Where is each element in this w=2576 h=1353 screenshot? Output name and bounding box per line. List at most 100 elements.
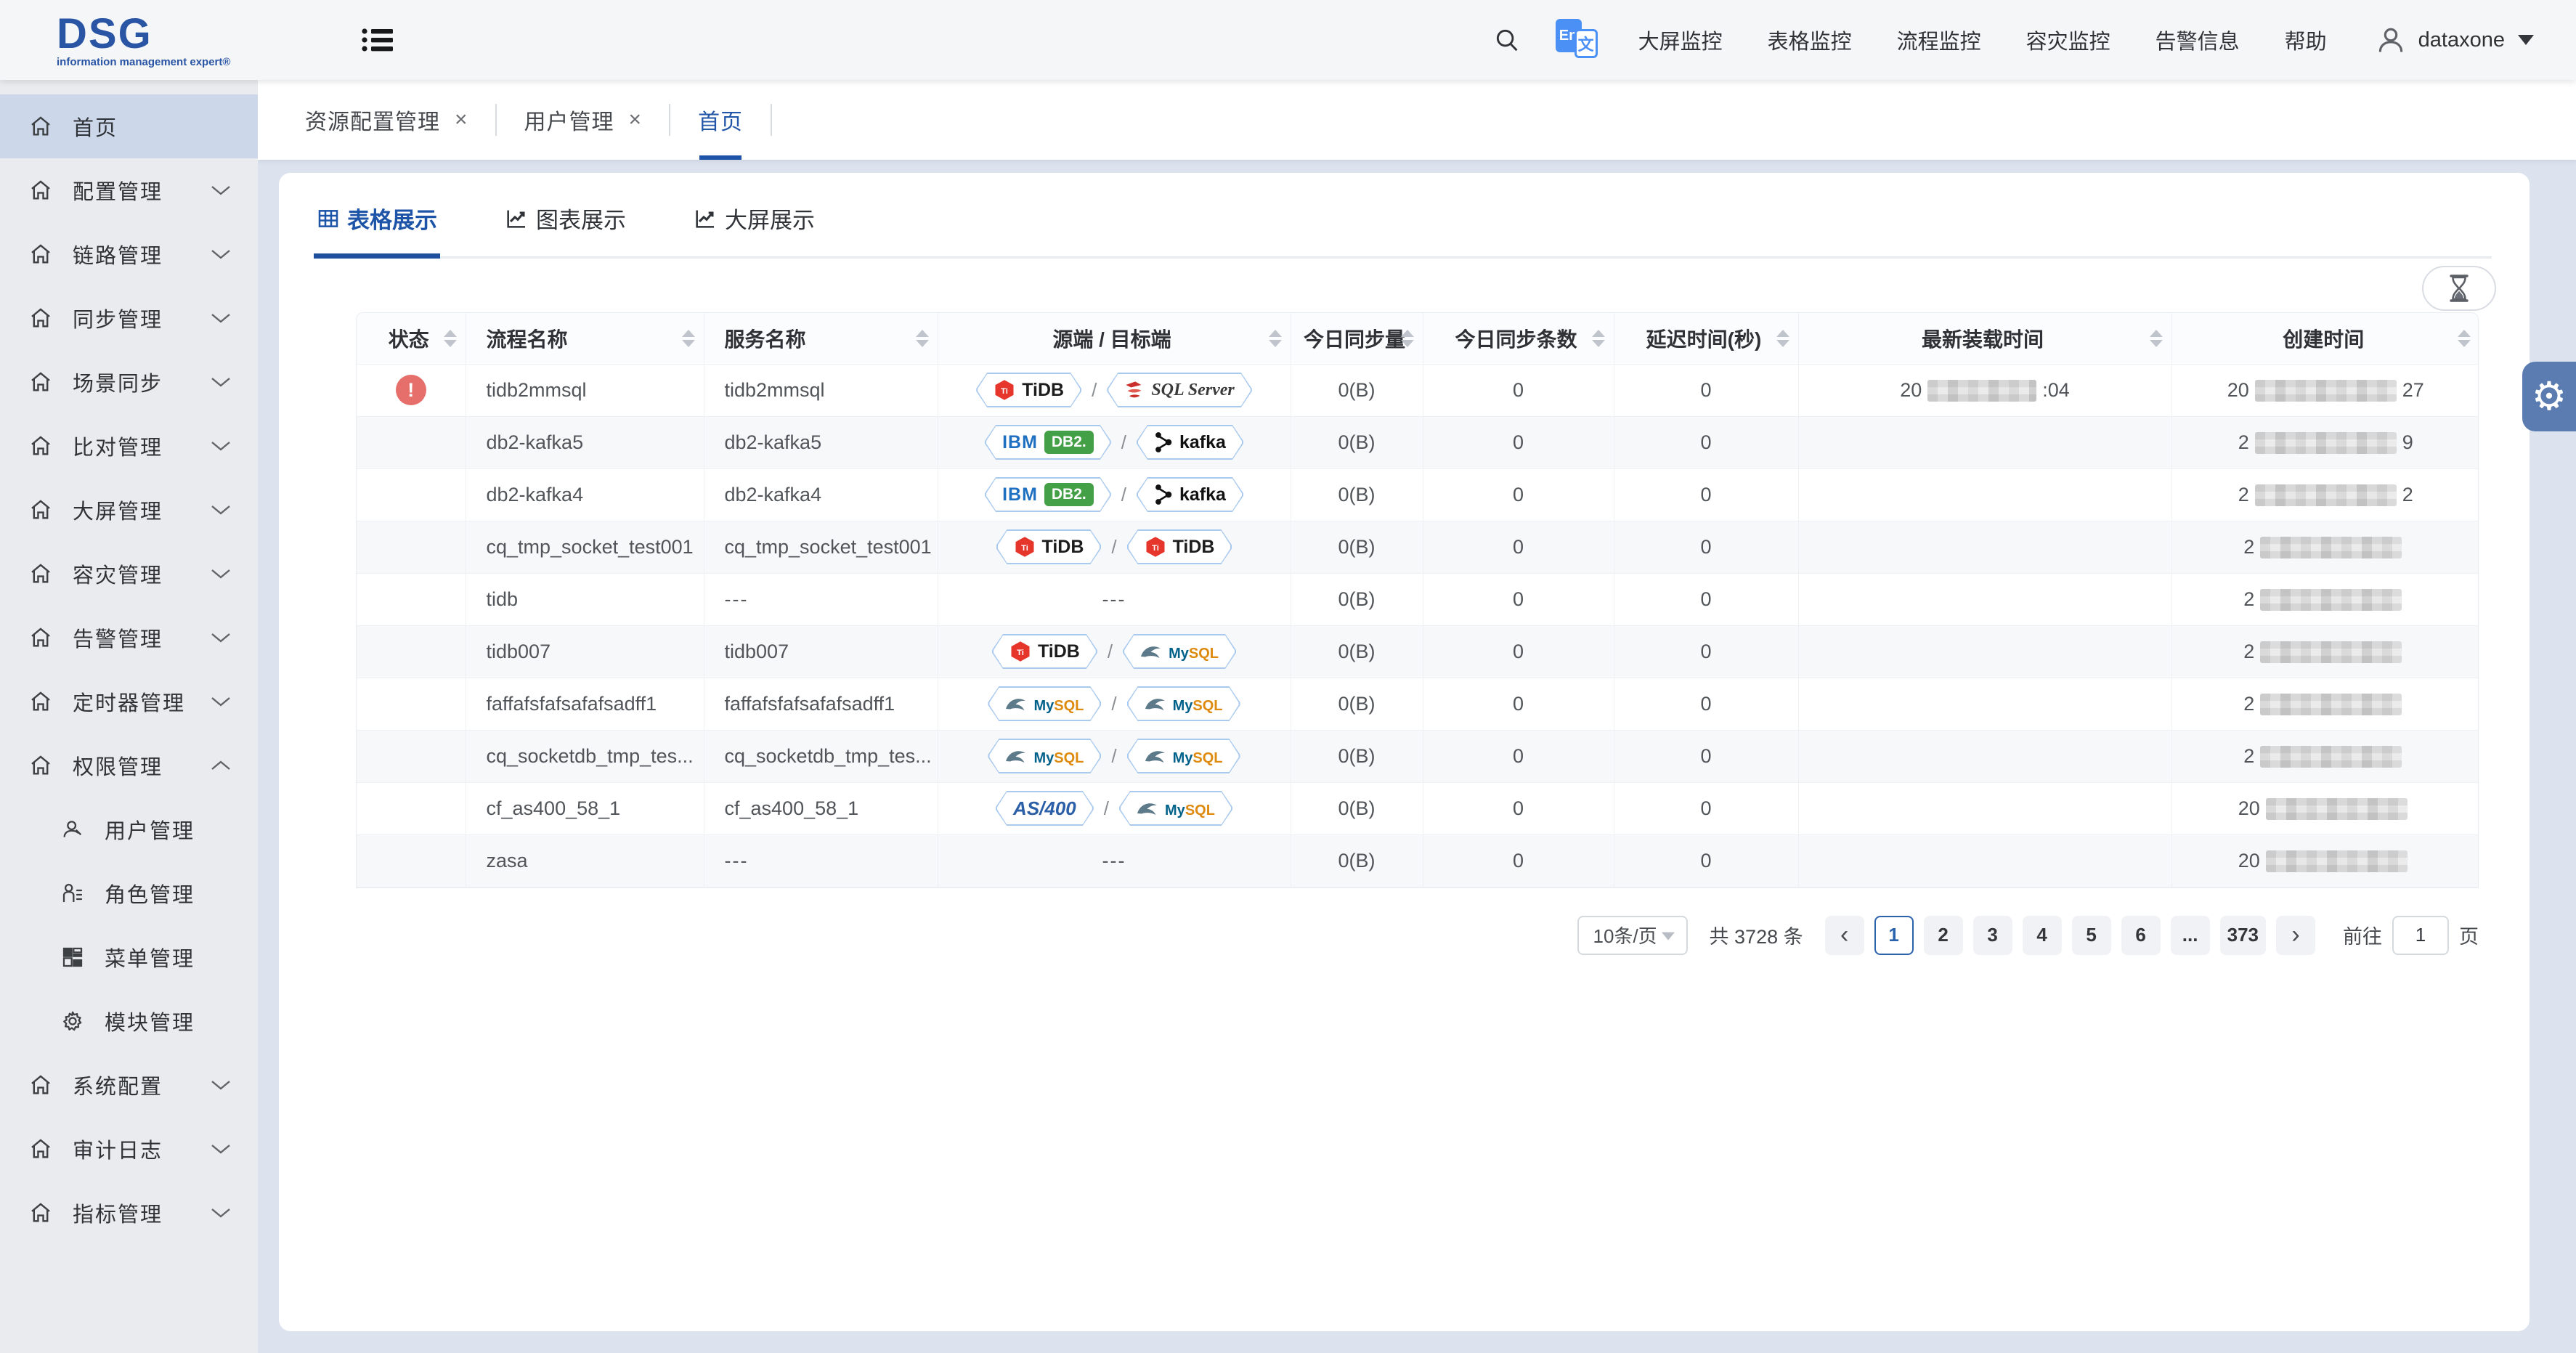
tidb-logo-icon: Ti [1145, 536, 1166, 558]
user-menu[interactable]: dataxone [2375, 24, 2534, 56]
sort-caret-icon[interactable] [2458, 330, 2471, 347]
page-button-2[interactable]: 2 [1924, 916, 1963, 955]
open-tab-首页[interactable]: 首页 [698, 80, 743, 160]
next-page-button[interactable]: › [2276, 916, 2315, 955]
delay-cell: 0 [1614, 573, 1798, 625]
sort-caret-icon[interactable] [682, 330, 695, 347]
sidebar-item-权限管理[interactable]: 权限管理 [0, 734, 258, 797]
language-switch-icon[interactable]: En 文 [1556, 17, 1601, 62]
navbar-item-4[interactable]: 告警信息 [2156, 25, 2240, 55]
table-row-tidb007: tidb007tidb007TiTiDB/MySQL0(B)002 [357, 625, 2479, 678]
chevron-down-icon [210, 631, 232, 644]
home-icon [28, 497, 54, 522]
status-cell [357, 834, 466, 887]
sidebar-item-label: 链路管理 [73, 239, 163, 269]
navbar-item-5[interactable]: 帮助 [2285, 25, 2327, 55]
sidebar-item-用户管理[interactable]: 用户管理 [0, 797, 258, 861]
sidebar-item-链路管理[interactable]: 链路管理 [0, 222, 258, 286]
last-load-time-cell [1798, 468, 2171, 521]
sidebar-item-定时器管理[interactable]: 定时器管理 [0, 670, 258, 734]
sidebar-item-首页[interactable]: 首页 [0, 94, 258, 158]
today-count-cell: 0 [1423, 625, 1614, 678]
column-header-创建时间: 创建时间 [2171, 313, 2479, 364]
sidebar-item-角色管理[interactable]: 角色管理 [0, 861, 258, 925]
view-tab-表格展示[interactable]: 表格展示 [317, 202, 437, 235]
sidebar-collapse-icon[interactable] [361, 25, 394, 54]
settings-fab-button[interactable]: ⚙ [2522, 362, 2576, 431]
sidebar-item-同步管理[interactable]: 同步管理 [0, 286, 258, 350]
sort-caret-icon[interactable] [2150, 330, 2163, 347]
page-button-373[interactable]: 373 [2220, 916, 2266, 955]
db-badge-kafka: kafka [1137, 477, 1243, 512]
tidb-logo-icon: Ti [1009, 641, 1031, 662]
goto-page-input[interactable] [2392, 916, 2449, 955]
sidebar-item-告警管理[interactable]: 告警管理 [0, 606, 258, 670]
today-count-cell: 0 [1423, 416, 1614, 468]
sort-caret-icon[interactable] [1269, 330, 1282, 347]
table-row-tidb: tidb------0(B)002 [357, 573, 2479, 625]
status-cell [357, 521, 466, 573]
table-row-tidb2mmsql: !tidb2mmsqltidb2mmsqlTiTiDB/SQL Server0(… [357, 364, 2479, 416]
page-size-select[interactable]: 10条/页 [1577, 916, 1688, 955]
sort-caret-icon[interactable] [1776, 330, 1789, 347]
goto-page: 前往 页 [2343, 916, 2479, 955]
column-header-服务名称: 服务名称 [704, 313, 938, 364]
sidebar-item-容灾管理[interactable]: 容灾管理 [0, 542, 258, 606]
sidebar-item-比对管理[interactable]: 比对管理 [0, 414, 258, 478]
sidebar-item-系统配置[interactable]: 系统配置 [0, 1053, 258, 1117]
navbar-item-1[interactable]: 表格监控 [1768, 25, 1852, 55]
sort-caret-icon[interactable] [916, 330, 929, 347]
page-button-5[interactable]: 5 [2072, 916, 2111, 955]
db-badge-sqlserver: SQL Server [1107, 373, 1251, 407]
sort-caret-icon[interactable] [1592, 330, 1605, 347]
redacted-timestamp [1927, 380, 2036, 402]
today-count-cell: 0 [1423, 364, 1614, 416]
sidebar-item-菜单管理[interactable]: 菜单管理 [0, 925, 258, 989]
service-name-cell: tidb007 [704, 625, 938, 678]
table-row-cq_socketdb_tmp_tes...: cq_socketdb_tmp_tes...cq_socketdb_tmp_te… [357, 730, 2479, 782]
sidebar-item-label: 配置管理 [73, 175, 163, 206]
chevron-down-icon [210, 1142, 232, 1155]
chevron-down-icon [2518, 35, 2534, 45]
source-target-cell: TiTiDB/SQL Server [938, 364, 1291, 416]
sort-caret-icon[interactable] [1401, 330, 1414, 347]
page-button-4[interactable]: 4 [2023, 916, 2062, 955]
open-tab-label: 用户管理 [524, 104, 614, 136]
sidebar-item-大屏管理[interactable]: 大屏管理 [0, 478, 258, 542]
close-tab-icon[interactable]: × [455, 107, 468, 132]
sqlserver-logo-icon [1124, 380, 1145, 400]
prev-page-button[interactable]: ‹ [1825, 916, 1864, 955]
today-count-cell: 0 [1423, 730, 1614, 782]
view-tab-大屏展示[interactable]: 大屏展示 [693, 202, 815, 235]
view-tab-图表展示[interactable]: 图表展示 [504, 202, 626, 235]
source-target-cell: AS/400/MySQL [938, 782, 1291, 834]
navbar-item-2[interactable]: 流程监控 [1897, 25, 1981, 55]
navbar-item-0[interactable]: 大屏监控 [1638, 25, 1723, 55]
sort-caret-icon[interactable] [444, 330, 457, 347]
sidebar-item-场景同步[interactable]: 场景同步 [0, 350, 258, 414]
mysql-logo-icon [1005, 748, 1027, 764]
sidebar-item-模块管理[interactable]: 模块管理 [0, 989, 258, 1053]
home-icon [28, 689, 54, 714]
tab-divider [495, 104, 497, 136]
db-badge-tidb: TiTiDB [996, 529, 1102, 564]
create-time-cell: 20 [2171, 782, 2479, 834]
last-load-time-cell [1798, 678, 2171, 730]
sidebar-item-指标管理[interactable]: 指标管理 [0, 1181, 258, 1245]
db2-chip: DB2. [1044, 483, 1094, 506]
process-name-cell: zasa [466, 834, 704, 887]
page-button-6[interactable]: 6 [2121, 916, 2161, 955]
page-button-1[interactable]: 1 [1874, 916, 1914, 955]
open-tab-资源配置管理[interactable]: 资源配置管理× [305, 80, 468, 160]
more-pages-button[interactable]: ... [2171, 916, 2210, 955]
page-button-3[interactable]: 3 [1973, 916, 2012, 955]
history-hourglass-button[interactable] [2422, 266, 2496, 311]
service-name-cell: tidb2mmsql [704, 364, 938, 416]
close-tab-icon[interactable]: × [629, 107, 642, 132]
sidebar-item-配置管理[interactable]: 配置管理 [0, 158, 258, 222]
column-header-今日同步量: 今日同步量 [1291, 313, 1423, 364]
navbar-item-3[interactable]: 容灾监控 [2026, 25, 2110, 55]
open-tab-用户管理[interactable]: 用户管理 × [524, 80, 642, 160]
search-icon[interactable] [1493, 26, 1521, 54]
sidebar-item-审计日志[interactable]: 审计日志 [0, 1117, 258, 1181]
